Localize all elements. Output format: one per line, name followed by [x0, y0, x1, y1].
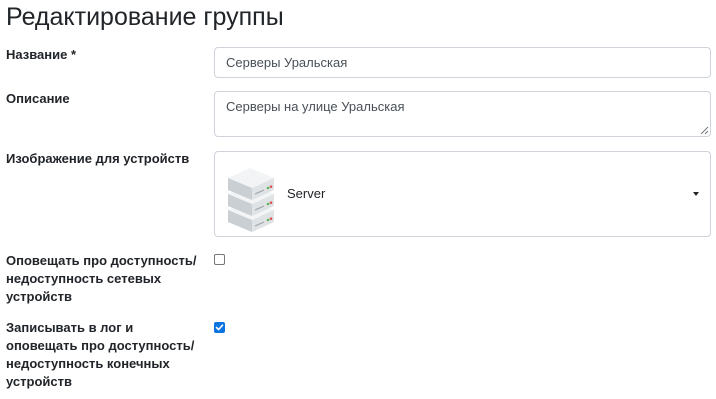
server-icon — [228, 168, 274, 232]
page-title: Редактирование группы — [6, 3, 284, 31]
name-label: Название * — [6, 47, 77, 62]
device-image-selected-value: Server — [287, 186, 326, 201]
notify-network-label: Оповещать про доступность/недоступность … — [6, 253, 197, 304]
log-endpoints-label: Записывать в лог и оповещать про доступн… — [6, 320, 195, 389]
chevron-down-icon — [693, 192, 699, 196]
description-label: Описание — [6, 91, 70, 106]
device-image-label: Изображение для устройств — [6, 151, 190, 166]
device-image-select[interactable]: Server — [214, 151, 711, 237]
resize-grip-icon[interactable] — [699, 125, 709, 135]
name-input[interactable] — [214, 47, 711, 78]
notify-network-checkbox[interactable] — [214, 254, 225, 265]
checkmark-icon — [215, 324, 224, 331]
description-textarea[interactable]: Серверы на улице Уральская — [214, 91, 711, 137]
log-endpoints-checkbox[interactable] — [214, 322, 225, 333]
